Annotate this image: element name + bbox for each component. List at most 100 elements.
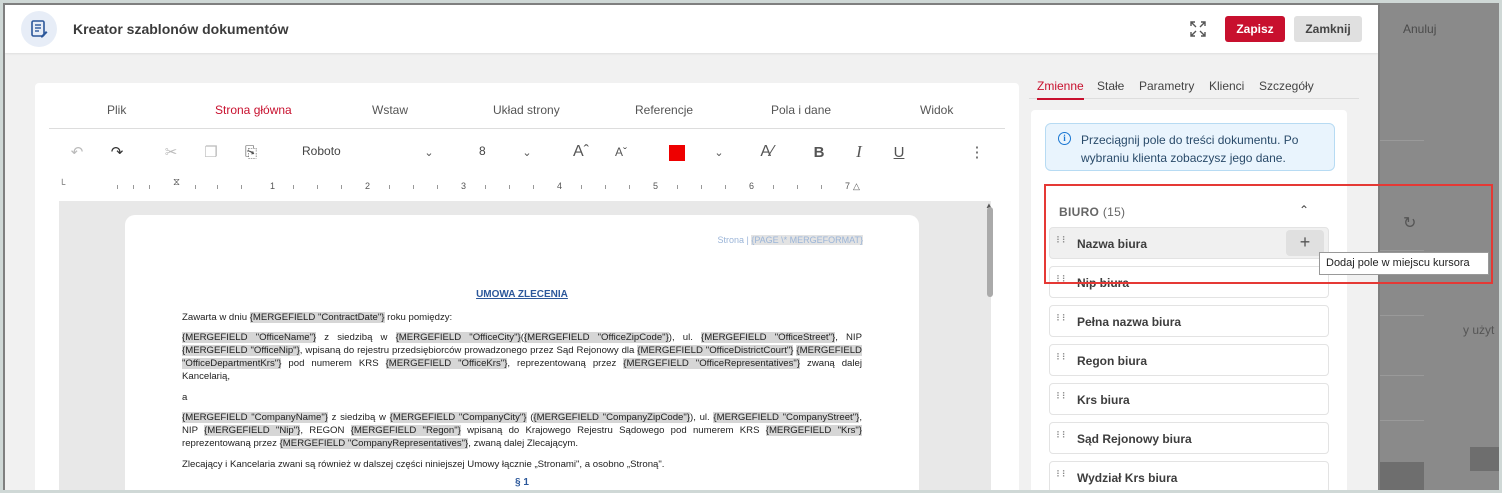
copy-icon[interactable]: ❐ [199, 141, 223, 163]
indent-marker-icon[interactable]: ⧖ [173, 177, 180, 188]
decrease-font-icon[interactable]: Aˇ [609, 141, 633, 163]
tab-szczegoly[interactable]: Szczegóły [1259, 79, 1314, 93]
field-item[interactable]: ⠇⠇ Sąd Rejonowy biura [1049, 422, 1329, 454]
add-field-tooltip: Dodaj pole w miejscu kursora [1319, 252, 1489, 275]
variables-panel: i Przeciągnij pole do treści dokumentu. … [1031, 110, 1347, 490]
tab-pola-i-dane[interactable]: Pola i dane [771, 103, 831, 117]
size-chevron-down-icon[interactable]: ⌄ [517, 141, 537, 163]
text-color-swatch[interactable] [669, 145, 685, 161]
background-cancel-label: Anuluj [1403, 22, 1437, 36]
tab-stale[interactable]: Stałe [1097, 79, 1124, 93]
text-run: reprezentowaną przez [182, 438, 280, 449]
field-item[interactable]: ⠇⠇ Nazwa biura + [1049, 227, 1329, 259]
text-run: wpisaną do Krajowego Rejestru Sądowego p… [460, 425, 766, 436]
background-divider [1380, 250, 1424, 251]
paragraph-office: {MERGEFIELD "OfficeName"} z siedzibą w {… [182, 331, 862, 383]
ruler-tick [485, 185, 486, 189]
field-item[interactable]: ⠇⠇ Wydział Krs biura [1049, 461, 1329, 490]
cut-icon[interactable]: ✂ [159, 141, 183, 163]
ruler-tick [149, 185, 150, 189]
underline-icon[interactable]: U [889, 141, 909, 163]
tab-strona-glowna[interactable]: Strona główna [215, 103, 292, 117]
group-name: BIURO [1059, 205, 1100, 219]
drag-handle-icon[interactable]: ⠇⠇ [1056, 314, 1068, 323]
tab-widok[interactable]: Widok [920, 103, 953, 117]
ruler-tick [605, 185, 606, 189]
background-divider [1380, 375, 1424, 376]
italic-icon[interactable]: I [849, 141, 869, 163]
tab-uklad-strony[interactable]: Układ strony [493, 103, 560, 117]
background-text: y użyt [1463, 323, 1495, 337]
more-options-icon[interactable]: ⋮ [967, 141, 987, 163]
paragraph-company: {MERGEFIELD "CompanyName"} z siedzibą w … [182, 411, 862, 450]
tab-plik[interactable]: Plik [107, 103, 126, 117]
merge-field: {MERGEFIELD "Nip"} [204, 425, 301, 436]
ruler-tick [725, 185, 726, 189]
tab-zmienne[interactable]: Zmienne [1037, 79, 1084, 100]
field-label: Wydział Krs biura [1077, 471, 1178, 485]
drag-handle-icon[interactable]: ⠇⠇ [1056, 275, 1068, 284]
text-run: , REGON [300, 425, 351, 436]
drag-handle-icon[interactable]: ⠇⠇ [1056, 431, 1068, 440]
background-block [1380, 462, 1424, 493]
text-run: , wpisaną do rejestru przedsiębiorców pr… [299, 345, 638, 356]
merge-field: {MERGEFIELD "Regon"} [350, 425, 461, 436]
increase-font-icon[interactable]: Aˆ [569, 141, 593, 163]
background-divider [1380, 420, 1424, 421]
page-merge-field: {PAGE \* MERGEFORMAT} [751, 235, 863, 245]
tab-referencje[interactable]: Referencje [635, 103, 693, 117]
bold-icon[interactable]: B [809, 141, 829, 163]
drag-handle-icon[interactable]: ⠇⠇ [1056, 236, 1068, 245]
ruler-tick [509, 185, 510, 189]
ruler-number: 3 [461, 181, 467, 191]
horizontal-ruler[interactable]: └ ⧖ 1 2 3 4 5 6 7 △ [55, 177, 995, 193]
dialog-title: Kreator szablonów dokumentów [73, 21, 289, 37]
paste-icon[interactable]: ⎘ [239, 141, 263, 163]
merge-field: {MERGEFIELD "CompanyCity"} [389, 412, 527, 423]
text-run: ), ul. [690, 412, 714, 423]
tab-parametry[interactable]: Parametry [1139, 79, 1194, 93]
save-button[interactable]: Zapisz [1225, 16, 1285, 42]
fullscreen-icon[interactable] [1189, 20, 1207, 38]
merge-field: {MERGEFIELD "Krs"} [765, 425, 862, 436]
ruler-tick [341, 185, 342, 189]
ruler-tick [413, 185, 414, 189]
merge-field: {MERGEFIELD "OfficeStreet"} [701, 332, 836, 343]
merge-field: {MERGEFIELD "CompanyZipCode"} [533, 412, 691, 423]
field-label: Sąd Rejonowy biura [1077, 432, 1192, 446]
vertical-scrollbar[interactable] [987, 207, 993, 297]
text-run: z siedzibą w [327, 412, 390, 423]
ruler-tick [317, 185, 318, 189]
field-item[interactable]: ⠇⠇ Regon biura [1049, 344, 1329, 376]
field-item[interactable]: ⠇⠇ Pełna nazwa biura [1049, 305, 1329, 337]
font-size-select[interactable]: 8 [479, 144, 486, 158]
clear-format-icon[interactable]: A∕ [755, 141, 779, 163]
field-label: Krs biura [1077, 393, 1130, 407]
right-indent-icon[interactable]: △ [853, 181, 860, 192]
group-title[interactable]: BIURO (15) [1059, 205, 1125, 219]
font-family-select[interactable]: Roboto [302, 144, 341, 158]
merge-field: {MERGEFIELD "OfficeName"} [182, 332, 317, 343]
undo-icon[interactable]: ↶ [65, 141, 89, 163]
font-chevron-down-icon[interactable]: ⌄ [419, 141, 439, 163]
tab-klienci[interactable]: Klienci [1209, 79, 1244, 93]
field-item[interactable]: ⠇⠇ Krs biura [1049, 383, 1329, 415]
document-page[interactable]: Strona | {PAGE \* MERGEFORMAT} UMOWA ZLE… [125, 215, 919, 490]
color-chevron-down-icon[interactable]: ⌄ [709, 141, 729, 163]
chevron-up-icon[interactable]: ⌃ [1299, 203, 1309, 217]
tab-wstaw[interactable]: Wstaw [372, 103, 408, 117]
document-title: UMOWA ZLECENIA [476, 289, 568, 300]
field-item[interactable]: ⠇⠇ Nip biura [1049, 266, 1329, 298]
group-count: (15) [1102, 205, 1126, 219]
ruler-tick [677, 185, 678, 189]
drag-handle-icon[interactable]: ⠇⠇ [1056, 470, 1068, 479]
drag-handle-icon[interactable]: ⠇⠇ [1056, 353, 1068, 362]
section-heading: § 1 [515, 477, 529, 488]
redo-icon[interactable]: ↷ [105, 141, 129, 163]
drag-handle-icon[interactable]: ⠇⠇ [1056, 392, 1068, 401]
background-block [1470, 447, 1502, 471]
ruler-tick [133, 185, 134, 189]
ruler-tick [581, 185, 582, 189]
merge-field: {MERGEFIELD "CompanyStreet"} [713, 412, 860, 423]
close-button[interactable]: Zamknij [1294, 16, 1362, 42]
